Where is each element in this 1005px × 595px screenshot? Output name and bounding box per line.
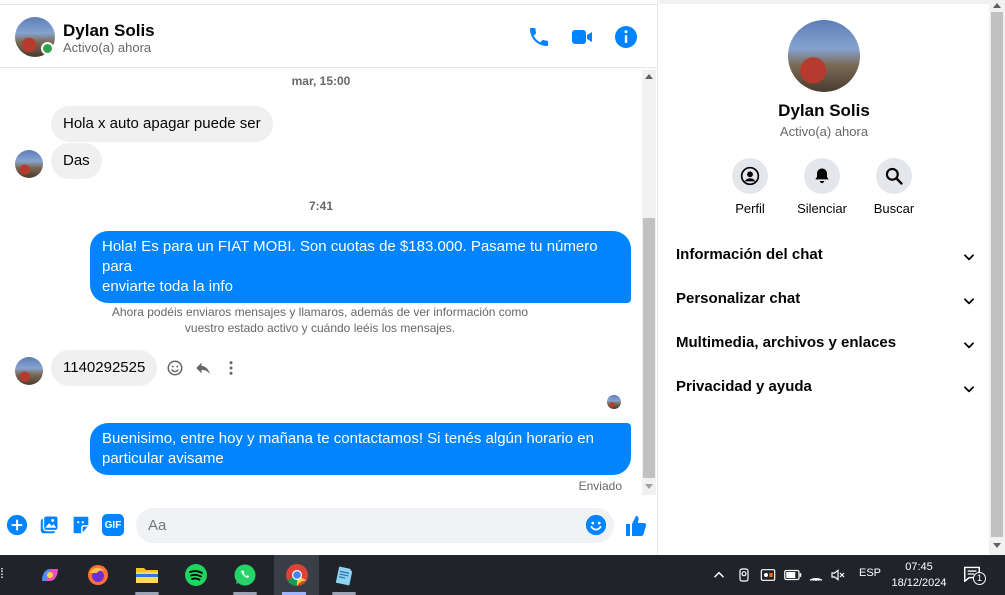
notification-badge: 1: [973, 572, 986, 585]
mute-button[interactable]: Silenciar: [782, 158, 862, 216]
message-text-line: Buenisimo, entre hoy y mañana te contact…: [102, 430, 594, 447]
info-icon[interactable]: [614, 25, 638, 49]
section-label: Privacidad y ayuda: [676, 378, 812, 395]
outgoing-message[interactable]: Buenisimo, entre hoy y mañana te contact…: [90, 423, 631, 475]
section-media-files-links[interactable]: Multimedia, archivos y enlaces: [676, 334, 976, 358]
contact-name[interactable]: Dylan Solis: [63, 21, 155, 41]
react-emoji-icon[interactable]: [166, 359, 184, 377]
gif-button[interactable]: GIF: [102, 514, 124, 536]
clock-date: 18/12/2024: [891, 577, 947, 589]
message-text-line: enviarte toda la info: [102, 278, 233, 295]
chat-header: Dylan Solis Activo(a) ahora: [0, 4, 658, 68]
language-indicator[interactable]: ESP: [859, 567, 881, 579]
firefox-icon[interactable]: [78, 555, 118, 595]
file-explorer-icon[interactable]: [127, 555, 167, 595]
scroll-down-arrow[interactable]: [645, 484, 653, 489]
section-label: Personalizar chat: [676, 290, 801, 307]
section-label: Multimedia, archivos y enlaces: [676, 334, 897, 351]
chrome-icon[interactable]: [274, 555, 319, 595]
bell-icon: [804, 158, 840, 194]
mute-label: Silenciar: [797, 201, 847, 216]
composer-bar: GIF: [0, 500, 658, 552]
scroll-thumb[interactable]: [643, 218, 655, 478]
messenger-window: Dylan Solis Activo(a) ahora mar, 15:00 H…: [0, 0, 1005, 595]
chat-pane: Dylan Solis Activo(a) ahora mar, 15:00 H…: [0, 0, 658, 555]
windows-taskbar: ⁞ ESP 07:45 18/12/2024 1: [0, 555, 1005, 595]
clock-time: 07:45: [905, 561, 933, 573]
page-scroll-down-arrow[interactable]: [993, 543, 1001, 548]
thumbs-up-icon[interactable]: [624, 514, 648, 538]
section-chat-info[interactable]: Información del chat: [676, 246, 976, 270]
profile-label: Perfil: [735, 201, 765, 216]
taskbar-clock[interactable]: 07:45 18/12/2024: [884, 559, 954, 591]
chevron-down-icon: [964, 386, 974, 393]
camera-privacy-icon[interactable]: [736, 567, 752, 583]
incoming-message[interactable]: 1140292525: [51, 350, 158, 386]
read-receipt-avatar: [607, 395, 621, 409]
section-label: Información del chat: [676, 246, 823, 263]
incoming-message[interactable]: Das: [51, 143, 102, 179]
contact-avatar-small: [15, 150, 43, 178]
timestamp-separator: mar, 15:00: [291, 74, 351, 88]
chevron-down-icon: [964, 298, 974, 305]
panel-contact-status: Activo(a) ahora: [779, 124, 869, 139]
phone-icon[interactable]: [527, 25, 551, 49]
battery-icon[interactable]: [784, 569, 802, 581]
page-scroll-up-arrow[interactable]: [993, 3, 1001, 8]
plus-icon[interactable]: [6, 514, 28, 536]
profile-button[interactable]: Perfil: [710, 158, 790, 216]
whatsapp-icon[interactable]: [225, 555, 265, 595]
more-options-icon[interactable]: [222, 359, 240, 377]
emoji-icon[interactable]: [585, 514, 607, 536]
system-notice-line: Ahora podéis enviaros mensajes y llamaro…: [111, 305, 529, 319]
online-indicator: [41, 42, 54, 55]
search-label: Buscar: [873, 201, 915, 216]
chevron-up-icon[interactable]: [712, 568, 726, 582]
conversation-info-panel: Dylan Solis Activo(a) ahora Perfil Silen…: [659, 0, 989, 555]
search-icon: [876, 158, 912, 194]
page-scrollbar[interactable]: [989, 0, 1005, 555]
profile-icon: [732, 158, 768, 194]
message-input[interactable]: [136, 508, 614, 543]
message-text-line: particular avisame: [102, 450, 224, 467]
widgets-edge-icon[interactable]: ⁞: [0, 565, 8, 585]
chevron-down-icon: [964, 342, 974, 349]
chevron-down-icon: [964, 254, 974, 261]
section-privacy-help[interactable]: Privacidad y ayuda: [676, 378, 976, 402]
contact-status: Activo(a) ahora: [63, 40, 152, 55]
sticker-icon[interactable]: [70, 514, 92, 536]
video-call-icon[interactable]: [570, 25, 594, 49]
reply-icon[interactable]: [194, 359, 212, 377]
delivery-status: Enviado: [578, 479, 622, 493]
timestamp-separator: 7:41: [308, 199, 334, 213]
notepad-icon[interactable]: [324, 555, 364, 595]
panel-contact-name: Dylan Solis: [778, 101, 870, 120]
message-list[interactable]: mar, 15:00 Hola x auto apagar puede ser …: [0, 68, 642, 495]
incoming-message[interactable]: Hola x auto apagar puede ser: [51, 106, 273, 142]
image-icon[interactable]: [38, 514, 60, 536]
search-button[interactable]: Buscar: [854, 158, 934, 216]
message-text-line: Hola! Es para un FIAT MOBI. Son cuotas d…: [102, 238, 598, 275]
chat-scrollbar[interactable]: [642, 70, 656, 495]
section-customize-chat[interactable]: Personalizar chat: [676, 290, 976, 314]
system-notice-line: vuestro estado activo y cuándo leéis los…: [184, 321, 456, 335]
notification-center-button[interactable]: 1: [963, 566, 986, 585]
contact-profile-photo[interactable]: [788, 20, 860, 92]
contact-avatar-small: [15, 357, 43, 385]
copilot-icon[interactable]: [30, 555, 70, 595]
system-notice: Ahora podéis enviaros mensajes y llamaro…: [100, 304, 540, 336]
screen-capture-icon[interactable]: [760, 567, 776, 583]
volume-muted-icon[interactable]: [830, 567, 846, 583]
page-scroll-thumb[interactable]: [991, 12, 1003, 537]
outgoing-message[interactable]: Hola! Es para un FIAT MOBI. Son cuotas d…: [90, 231, 631, 303]
wifi-icon[interactable]: [808, 567, 824, 583]
scroll-up-arrow[interactable]: [645, 74, 653, 79]
spotify-icon[interactable]: [176, 555, 216, 595]
